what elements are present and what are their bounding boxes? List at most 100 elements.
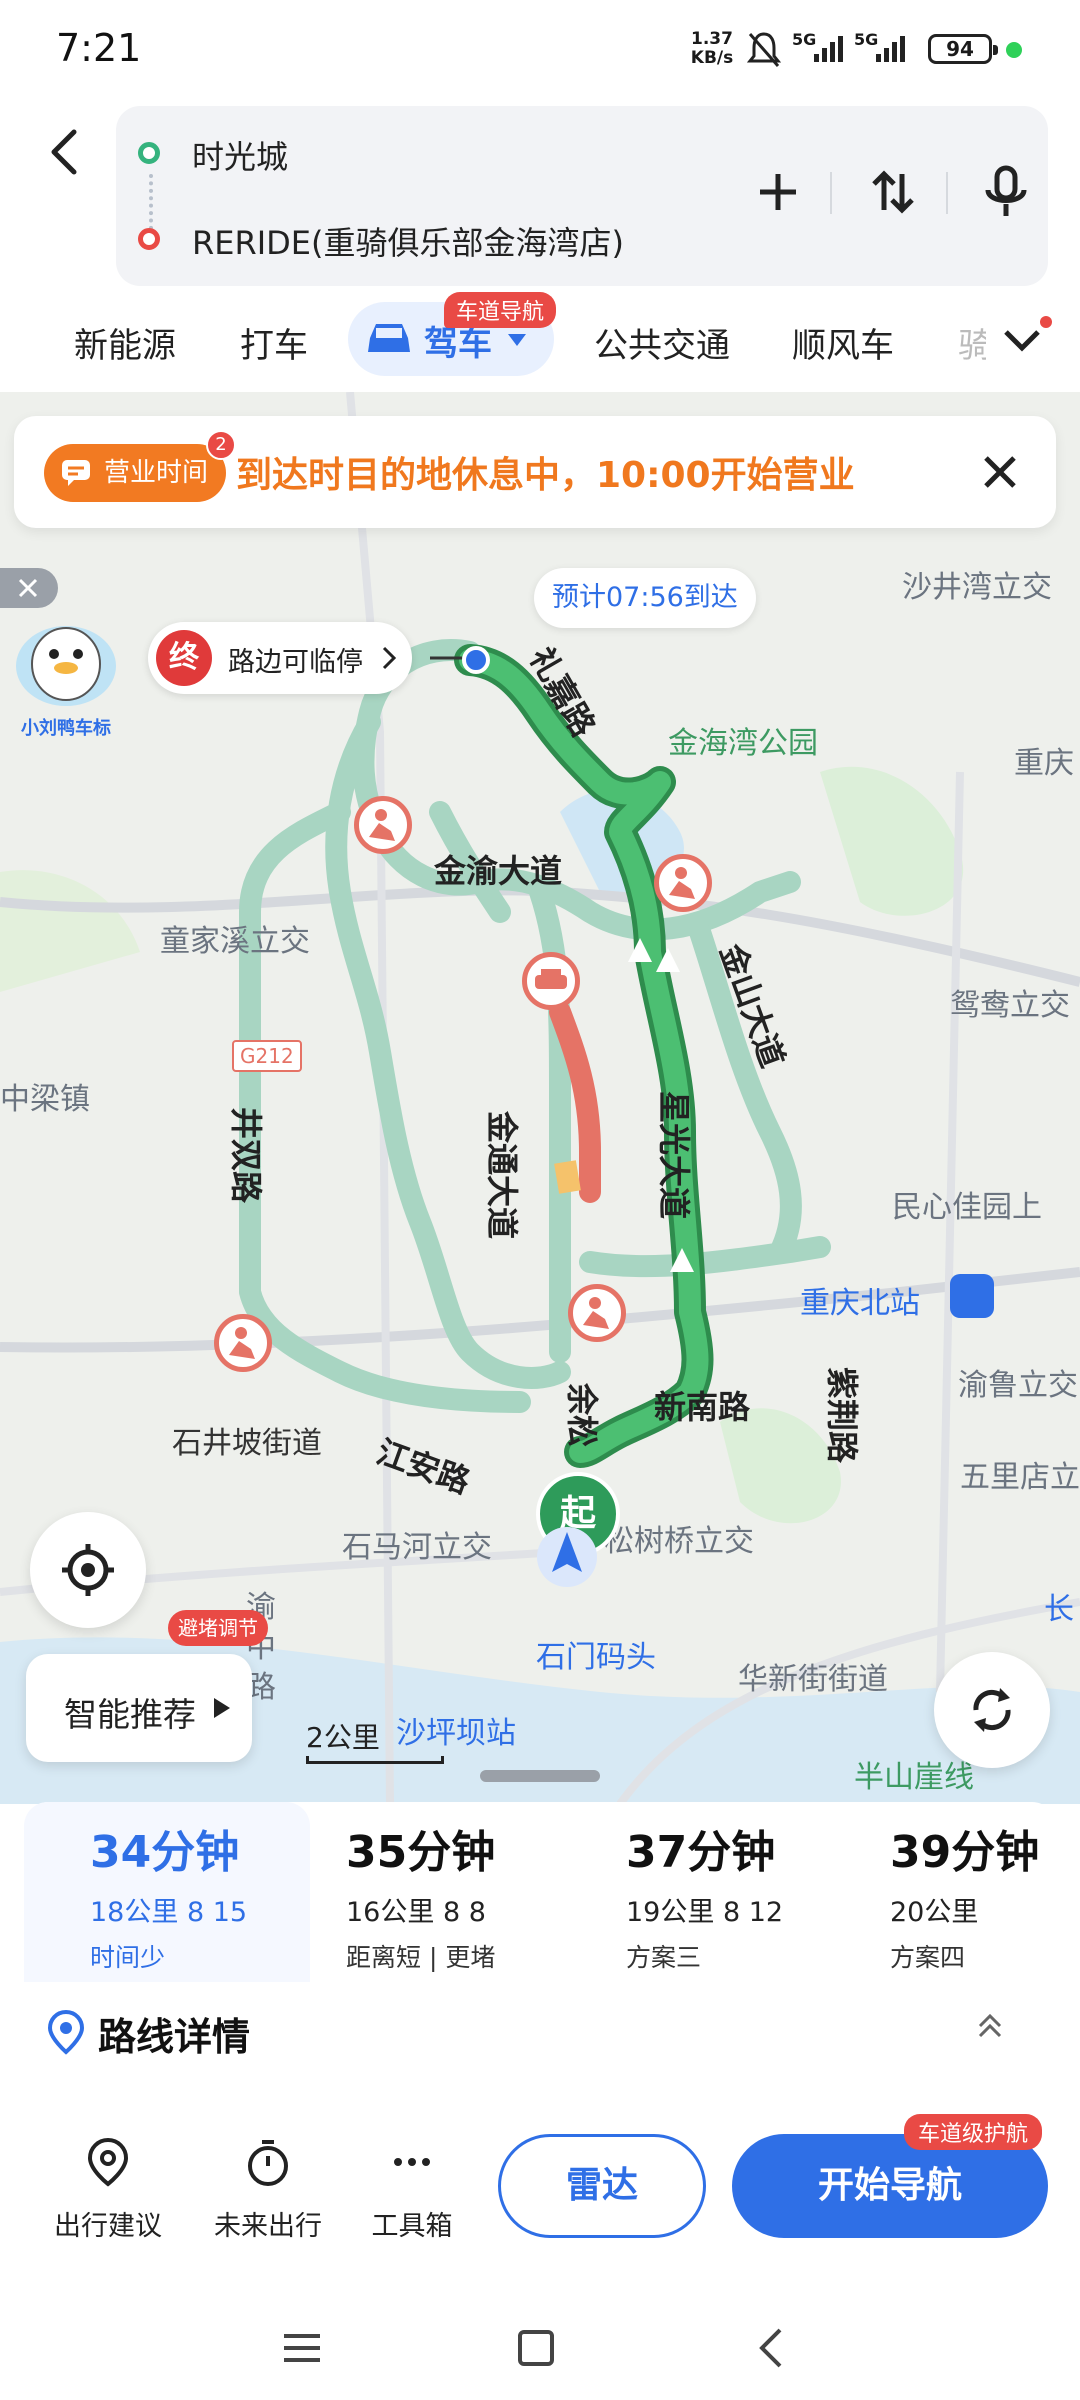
road-xingguang: 星光大道 [655, 1090, 694, 1220]
worker-icon-3 [583, 1297, 609, 1329]
accident-icon[interactable] [522, 952, 580, 1010]
menu-icon[interactable] [272, 2318, 332, 2378]
road-jingshuang: 井双路 [227, 1106, 266, 1204]
bell-muted-icon [746, 32, 782, 67]
expand-tabs-icon[interactable] [1000, 316, 1052, 360]
construction-icon-3[interactable] [568, 1284, 626, 1342]
route-input-box: 时光城 RERIDE(重骑俱乐部金海湾店) [116, 106, 1048, 286]
toolbox-button[interactable]: 工具箱 [342, 2134, 482, 2243]
microphone-icon[interactable] [976, 162, 1036, 222]
future-travel-label: 未来出行 [214, 2211, 322, 2242]
map-scale: 2公里 [306, 1716, 444, 1764]
notice-message: 到达时目的地休息中，10:00开始营业 [236, 455, 855, 496]
divider-2 [946, 172, 948, 214]
privacy-dot [1006, 42, 1022, 58]
business-hours-chip-label: 营业时间 [104, 458, 209, 488]
place-jinhaiwan-park: 金海湾公园 [668, 726, 818, 761]
status-bar: 7:21 1.37 KB/s 5G 5G 94 [0, 0, 1080, 100]
net-speed-value: 1.37 [691, 29, 733, 49]
road-jinyu: 金渝大道 [434, 852, 563, 890]
route-option-2[interactable]: 35分钟 16公里 8 8 距离短 | 更堵 [310, 1802, 596, 1982]
back-arrow-icon[interactable] [40, 124, 90, 180]
route-option-time: 35分钟 [346, 1827, 496, 1878]
home-icon[interactable] [506, 2318, 566, 2378]
location-pin-icon [47, 2009, 85, 2055]
close-icon[interactable] [972, 444, 1028, 500]
locate-button[interactable] [30, 1512, 146, 1628]
signal-bars-icon-2 [876, 36, 905, 62]
destination-dot-icon [138, 228, 160, 250]
route-option-note: 方案四 [890, 1943, 966, 1972]
divider [830, 172, 832, 214]
smart-recommend-label: 智能推荐 [64, 1695, 196, 1734]
network-speed: 1.37 KB/s [688, 30, 736, 68]
tab-new-energy[interactable]: 新能源 [74, 318, 176, 367]
route-option-note: 方案三 [626, 1943, 702, 1972]
current-location-icon [537, 1527, 597, 1587]
construction-icon[interactable] [354, 796, 412, 854]
car-crash-icon [535, 969, 567, 989]
route-option-4[interactable]: 39分钟 20公里 方案四 [870, 1802, 1056, 1982]
future-travel-button[interactable]: 未来出行 [198, 2134, 338, 2243]
transport-mode-tabs: 新能源 打车 驾车 车道导航 公共交通 顺风车 骑 [0, 292, 1080, 386]
radar-button[interactable]: 雷达 [498, 2134, 706, 2238]
business-hours-chip[interactable]: 营业时间 2 [44, 430, 237, 502]
signal-bars-icon [814, 36, 843, 62]
swap-icon[interactable] [862, 162, 922, 222]
highway-g212-shield: G212 [232, 1040, 302, 1072]
status-time: 7:21 [56, 26, 142, 70]
toolbox-label: 工具箱 [371, 2211, 453, 2242]
map-view[interactable]: 营业时间 2 到达时目的地休息中，10:00开始营业 小刘鸭车标 预计07:56… [0, 392, 1080, 1804]
destination-parking-tag[interactable]: 终 路边可临停 [148, 622, 412, 694]
tab-transit[interactable]: 公共交通 [594, 318, 730, 367]
destination-input[interactable]: RERIDE(重骑俱乐部金海湾店) [192, 218, 624, 264]
tab-bike-clipped[interactable]: 骑 [954, 306, 986, 376]
stopwatch-icon [248, 2140, 288, 2186]
add-waypoint-icon[interactable] [748, 162, 808, 222]
place-tongjiaxi: 童家溪立交 [160, 924, 310, 959]
close-icon-small [18, 578, 38, 598]
notice-count-badge: 2 [206, 430, 237, 460]
drag-handle[interactable] [480, 1770, 600, 1782]
nav-back-icon[interactable] [742, 2318, 802, 2378]
refresh-route-button[interactable] [934, 1652, 1050, 1768]
construction-icon-2[interactable] [654, 854, 712, 912]
double-chevron-up-icon[interactable] [974, 2010, 1006, 2042]
route-option-note: 时间少 [90, 1943, 166, 1972]
place-minxin: 民心佳园上 [892, 1190, 1042, 1225]
lane-guard-badge: 车道级护航 [904, 2114, 1043, 2150]
travel-tips-button[interactable]: 出行建议 [38, 2134, 178, 2243]
end-marker: 终 [156, 630, 212, 686]
route-option-3[interactable]: 37分钟 19公里 8 12 方案三 [590, 1802, 876, 1982]
battery-icon: 94 [928, 34, 998, 64]
chevron-right-icon [382, 646, 397, 670]
tab-rideshare[interactable]: 顺风车 [792, 318, 894, 367]
worker-icon [369, 809, 395, 841]
worker-icon-2 [669, 867, 695, 899]
road-jintong: 金通大道 [483, 1110, 522, 1240]
construction-icon-4[interactable] [214, 1314, 272, 1372]
origin-input[interactable]: 时光城 [192, 132, 288, 178]
play-arrow-icon [214, 1698, 230, 1718]
route-option-time: 39分钟 [890, 1827, 1040, 1878]
road-yusong: 余松 [563, 1382, 602, 1448]
route-details-link[interactable]: 路线详情 [98, 2006, 250, 2061]
mascot-label: 小刘鸭车标 [21, 718, 111, 739]
route-option-time: 37分钟 [626, 1827, 776, 1878]
tab-taxi[interactable]: 打车 [240, 318, 308, 367]
route-option-detail: 19公里 8 12 [626, 1897, 784, 1928]
screen: 7:21 1.37 KB/s 5G 5G 94 时光城 RERIDE(重骑俱乐部… [0, 0, 1080, 2400]
duck-mascot-icon [16, 626, 116, 706]
route-option-note: 距离短 | 更堵 [346, 1943, 496, 1972]
place-banshan: 半山崖线 [854, 1760, 974, 1795]
parking-label: 路边可临停 [228, 647, 363, 678]
duck-mascot[interactable]: 小刘鸭车标 [6, 614, 126, 739]
mascot-close-button[interactable] [0, 568, 58, 608]
locate-icon [62, 1544, 114, 1596]
place-wulidian: 五里店立 [960, 1460, 1080, 1495]
lane-nav-badge: 车道导航 [444, 292, 557, 328]
train-station-icon [950, 1274, 994, 1318]
route-option-1[interactable]: 34分钟 18公里 8 15 时间少 [24, 1802, 310, 1982]
place-zhongliang: 中梁镇 [0, 1082, 90, 1117]
smart-recommend-button[interactable]: 智能推荐 [26, 1654, 252, 1762]
